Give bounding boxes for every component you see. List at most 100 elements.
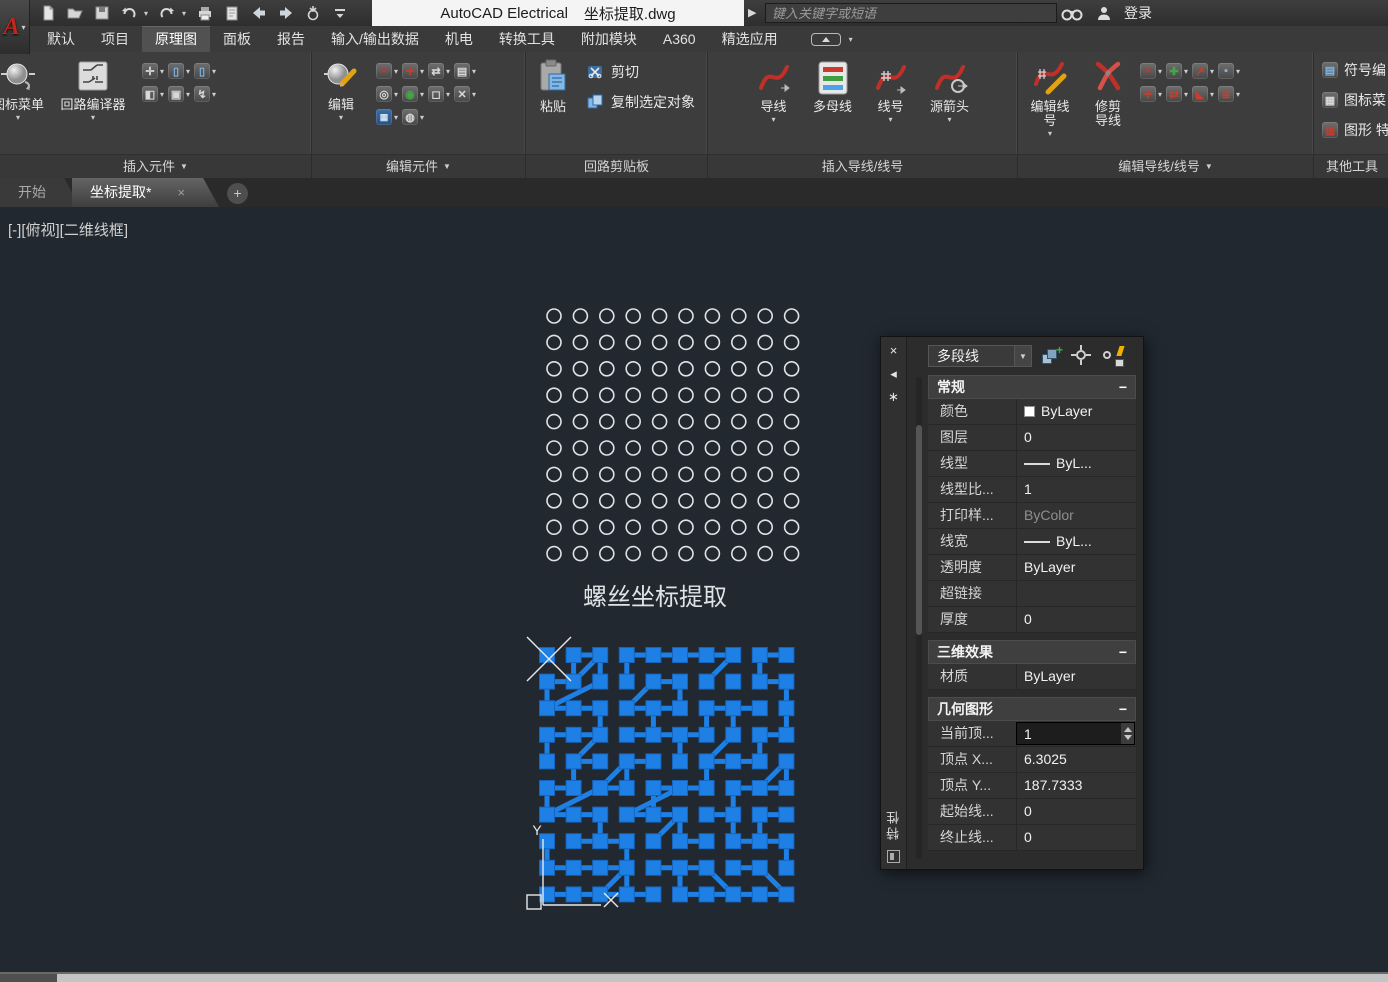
- print-icon[interactable]: [193, 2, 217, 24]
- vertex-grip[interactable]: [619, 701, 634, 716]
- property-value[interactable]: ByL...: [1016, 529, 1136, 554]
- screw-circle[interactable]: [758, 309, 772, 323]
- source-arrow-button[interactable]: 源箭头 ▾: [921, 55, 979, 154]
- vertex-grip[interactable]: [646, 727, 661, 742]
- screw-circle[interactable]: [785, 362, 799, 376]
- property-value[interactable]: 1: [1016, 477, 1136, 502]
- screw-circle[interactable]: [732, 415, 746, 429]
- screw-circle[interactable]: [732, 309, 746, 323]
- chevron-down-icon[interactable]: ▾: [1236, 90, 1240, 99]
- screw-circle[interactable]: [626, 388, 640, 402]
- vertex-grip[interactable]: [726, 701, 741, 716]
- screw-circle[interactable]: [626, 520, 640, 534]
- symbol-builder-button[interactable]: ▤ 符号编: [1322, 59, 1388, 81]
- chevron-down-icon[interactable]: ▾: [182, 9, 190, 18]
- property-value[interactable]: 187.7333: [1016, 773, 1136, 798]
- vertex-grip[interactable]: [619, 860, 634, 875]
- chevron-down-icon[interactable]: ▾: [849, 35, 853, 44]
- vertex-grip[interactable]: [646, 701, 661, 716]
- toolsets-icon[interactable]: [301, 2, 325, 24]
- screw-circle[interactable]: [705, 441, 719, 455]
- small-tool-button[interactable]: ▣▾: [168, 86, 190, 102]
- screw-circle[interactable]: [573, 441, 587, 455]
- screw-circle[interactable]: [705, 335, 719, 349]
- vertex-grip[interactable]: [540, 727, 555, 742]
- paste-button[interactable]: 粘贴: [526, 55, 580, 154]
- undo-icon[interactable]: [117, 2, 141, 24]
- vertex-grip[interactable]: [593, 807, 608, 822]
- screw-circle[interactable]: [573, 494, 587, 508]
- ribbon-tab-4[interactable]: 面板: [210, 26, 264, 52]
- small-tool-button[interactable]: ✚▾: [1166, 63, 1188, 79]
- viewport-controls[interactable]: [-][俯视][二维线框]: [8, 219, 128, 240]
- palette-title-strip[interactable]: × ◂ ∗ 特性: [881, 337, 907, 869]
- open-file-icon[interactable]: [63, 2, 87, 24]
- trim-wire-button[interactable]: 修剪导线: [1082, 55, 1134, 154]
- screw-circle[interactable]: [547, 547, 561, 561]
- screw-circle[interactable]: [732, 388, 746, 402]
- screw-circle[interactable]: [679, 441, 693, 455]
- file-tab-1[interactable]: 开始: [0, 178, 80, 207]
- screw-circle[interactable]: [679, 309, 693, 323]
- multiple-bus-button[interactable]: 多母线: [805, 55, 861, 154]
- ribbon-tab-1[interactable]: 默认: [34, 26, 88, 52]
- screw-circle[interactable]: [573, 388, 587, 402]
- screw-circle[interactable]: [785, 520, 799, 534]
- vertex-grip[interactable]: [779, 727, 794, 742]
- screw-circle[interactable]: [785, 335, 799, 349]
- vertex-grip[interactable]: [699, 648, 714, 663]
- vertex-grip[interactable]: [619, 674, 634, 689]
- vertex-grip[interactable]: [619, 887, 634, 902]
- redo-icon[interactable]: [155, 2, 179, 24]
- panel-label-edit-wires[interactable]: 编辑导线/线号▼: [1018, 154, 1313, 178]
- value-spinner[interactable]: [1121, 723, 1134, 744]
- spinner-up-icon[interactable]: [1124, 727, 1132, 732]
- vertex-grip[interactable]: [726, 674, 741, 689]
- vertex-grip[interactable]: [540, 754, 555, 769]
- chevron-down-icon[interactable]: ▾: [1210, 90, 1214, 99]
- chevron-down-icon[interactable]: ▾: [1184, 90, 1188, 99]
- screw-circle[interactable]: [547, 388, 561, 402]
- vertex-grip[interactable]: [540, 887, 555, 902]
- chevron-down-icon[interactable]: ▾: [472, 90, 476, 99]
- binoculars-search-icon[interactable]: [1060, 2, 1084, 24]
- property-value[interactable]: 0: [1016, 425, 1136, 450]
- qat-menu-icon[interactable]: [328, 2, 352, 24]
- vertex-grip[interactable]: [593, 674, 608, 689]
- screw-circle[interactable]: [600, 309, 614, 323]
- small-tool-button[interactable]: ▤▾: [454, 63, 476, 79]
- property-value[interactable]: ByColor: [1016, 503, 1136, 528]
- screw-circle[interactable]: [785, 547, 799, 561]
- vertex-grip[interactable]: [646, 807, 661, 822]
- small-tool-button[interactable]: ▯▾: [194, 63, 216, 79]
- vertex-grip[interactable]: [752, 701, 767, 716]
- panel-label-edit-components[interactable]: 编辑元件▼: [312, 154, 525, 178]
- screw-circle[interactable]: [626, 415, 640, 429]
- screw-circle[interactable]: [732, 467, 746, 481]
- screw-circle[interactable]: [732, 441, 746, 455]
- small-tool-button[interactable]: ≣▾: [1218, 86, 1240, 102]
- vertex-grip[interactable]: [779, 674, 794, 689]
- screw-circle[interactable]: [573, 547, 587, 561]
- ribbon-tab-10[interactable]: A360: [650, 26, 709, 52]
- screw-circle[interactable]: [785, 494, 799, 508]
- quick-select-icon[interactable]: [1101, 345, 1125, 367]
- screw-circle[interactable]: [626, 547, 640, 561]
- vertex-grip[interactable]: [673, 754, 688, 769]
- screw-circle[interactable]: [758, 520, 772, 534]
- small-tool-button[interactable]: ⇄▾: [428, 63, 450, 79]
- vertex-grip[interactable]: [673, 701, 688, 716]
- vertex-grip[interactable]: [752, 754, 767, 769]
- vertex-grip[interactable]: [726, 754, 741, 769]
- small-tool-button[interactable]: ✕▾: [454, 86, 476, 102]
- vertex-grip[interactable]: [752, 834, 767, 849]
- chevron-down-icon[interactable]: ▾: [394, 90, 398, 99]
- edit-component-button[interactable]: 编辑 ▾: [312, 55, 370, 154]
- vertex-grip[interactable]: [540, 807, 555, 822]
- screw-circle[interactable]: [758, 494, 772, 508]
- screw-circle[interactable]: [785, 388, 799, 402]
- drawing-area[interactable]: [-][俯视][二维线框] 螺丝坐标提取Y: [0, 207, 1388, 972]
- vertex-grip[interactable]: [646, 781, 661, 796]
- vertex-grip[interactable]: [646, 887, 661, 902]
- small-tool-button[interactable]: ◍▾: [402, 109, 424, 125]
